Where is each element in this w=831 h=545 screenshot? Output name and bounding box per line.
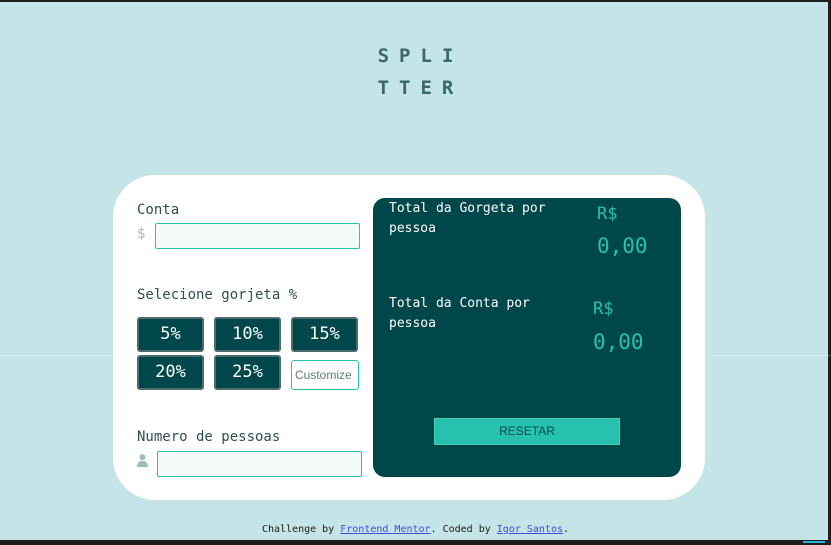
bill-input[interactable] <box>155 223 360 249</box>
people-label: Numero de pessoas <box>137 429 281 445</box>
attribution-prefix: Challenge by <box>261 524 341 535</box>
tip-label: Selecione gorjeta % <box>137 287 298 303</box>
window-frame-accent <box>803 541 825 543</box>
attribution: Challenge by Frontend Mentor. Coded by I… <box>0 524 831 535</box>
attribution-suffix: . <box>563 524 570 535</box>
tip-5-button[interactable]: 5% <box>137 317 204 352</box>
tip-custom-input[interactable]: Customize <box>291 360 359 390</box>
window-frame-top <box>0 0 831 2</box>
tip-20-button[interactable]: 20% <box>137 355 204 390</box>
total-value: 0,00 <box>593 330 644 354</box>
frontend-mentor-link[interactable]: Frontend Mentor <box>340 524 430 535</box>
reset-button[interactable]: RESETAR <box>434 418 620 445</box>
results-panel: Total da Gorgeta por pessoa R$ 0,00 Tota… <box>373 198 681 477</box>
tip-25-button[interactable]: 25% <box>214 355 281 390</box>
person-icon <box>137 454 148 467</box>
logo-line-2: TTER <box>377 77 464 99</box>
window-frame-bottom <box>0 540 831 545</box>
author-link[interactable]: Igor Santos <box>497 524 563 535</box>
tip-10-button[interactable]: 10% <box>214 317 281 352</box>
tip-amount-label: Total da Gorgeta por pessoa <box>389 201 546 236</box>
logo-line-1: SPLI <box>377 45 464 67</box>
bill-label: Conta <box>137 202 180 218</box>
attribution-middle: . Coded by <box>430 524 497 535</box>
dollar-icon: $ <box>137 226 146 242</box>
tip-15-button[interactable]: 15% <box>291 317 358 352</box>
splitter-logo: SPLI TTER <box>0 40 831 104</box>
people-input[interactable] <box>157 451 362 477</box>
tip-amount-value: 0,00 <box>597 234 648 258</box>
tip-amount-currency: R$ <box>597 204 618 224</box>
total-label: Total da Conta por pessoa <box>389 296 530 331</box>
total-currency: R$ <box>593 299 614 319</box>
